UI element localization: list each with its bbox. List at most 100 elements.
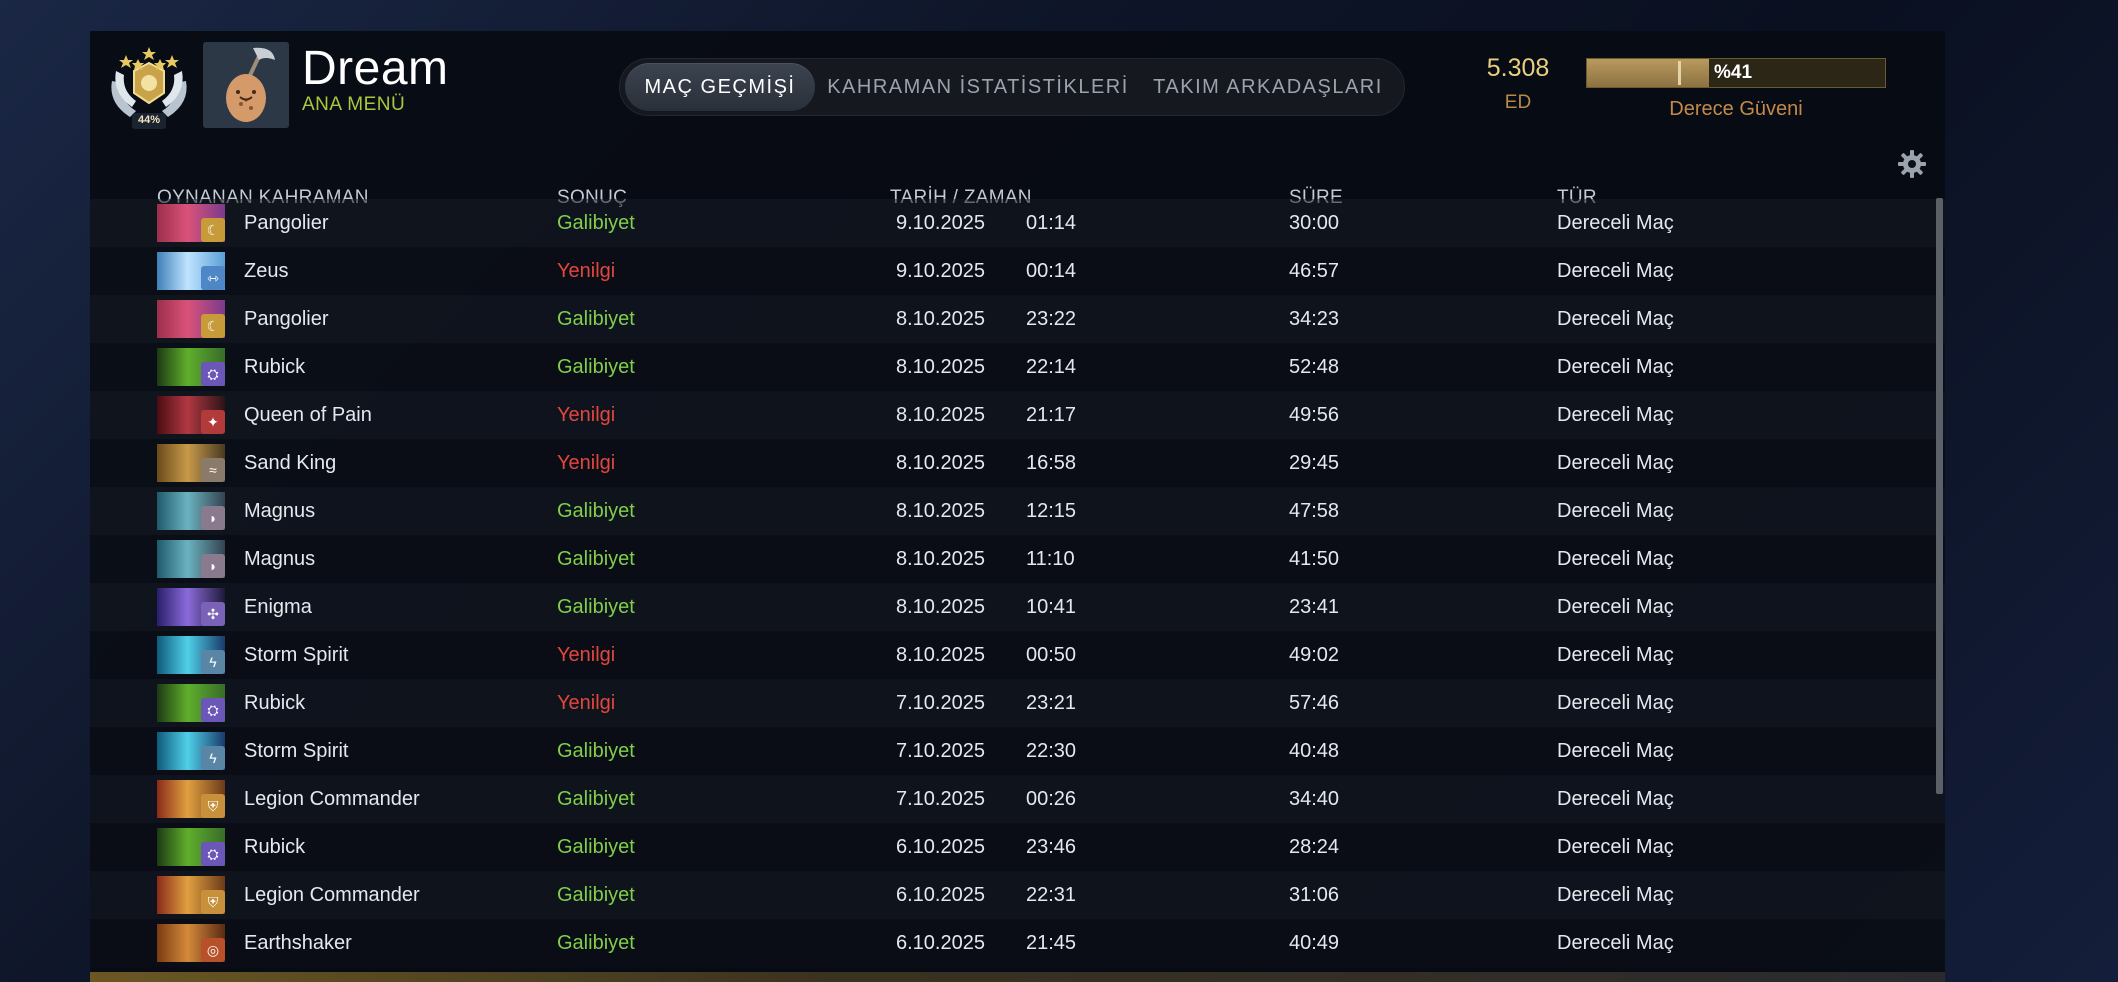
match-type: Dereceli Maç — [1557, 644, 1674, 666]
match-date: 7.10.2025 — [896, 740, 985, 762]
hero-portrait-icon: ◗ — [157, 540, 225, 578]
table-row[interactable]: ◎ Earthshaker Galibiyet 6.10.2025 21:45 40:49… — [90, 919, 1945, 967]
hero-portrait-icon: ☾ — [157, 204, 225, 242]
match-duration: 40:48 — [1289, 740, 1340, 762]
match-duration: 40:49 — [1289, 932, 1340, 954]
match-result: Galibiyet — [557, 740, 635, 762]
match-time: 11:10 — [1026, 548, 1075, 570]
tab-bar: MAÇ GEÇMİŞİ KAHRAMAN İSTATİSTİKLERİ TAKI… — [619, 58, 1405, 116]
table-row[interactable]: ⛭ Rubick Yenilgi 7.10.2025 23:21 57:46 Derecel… — [90, 679, 1945, 727]
hero-portrait-icon: ✦ — [157, 396, 225, 434]
hero-name: Magnus — [244, 500, 316, 522]
match-time: 22:14 — [1026, 356, 1077, 378]
table-row[interactable]: ⛭ Rubick Galibiyet 6.10.2025 23:46 28:24 Derec… — [90, 823, 1945, 871]
table-row[interactable]: ✦ Queen of Pain Yenilgi 8.10.2025 21:17 49:56… — [90, 391, 1945, 439]
match-result: Galibiyet — [557, 356, 635, 378]
match-result: Yenilgi — [557, 260, 616, 282]
gear-icon[interactable] — [1897, 149, 1927, 179]
hero-name: Legion Commander — [244, 884, 420, 906]
match-type: Dereceli Maç — [1557, 740, 1674, 762]
hero-name: Rubick — [244, 836, 306, 858]
match-result: Galibiyet — [557, 308, 635, 330]
match-duration: 57:46 — [1289, 692, 1340, 714]
match-duration: 49:02 — [1289, 644, 1340, 666]
match-time: 00:26 — [1026, 788, 1077, 810]
match-date: 6.10.2025 — [896, 884, 985, 906]
match-result: Yenilgi — [557, 452, 616, 474]
table-row[interactable]: ⛨ Legion Commander Galibiyet 7.10.2025 00:26… — [90, 775, 1945, 823]
table-row[interactable]: ☾ Pangolier Galibiyet 9.10.2025 01:14 30:00 De… — [90, 199, 1945, 247]
match-date: 9.10.2025 — [896, 212, 985, 234]
table-row[interactable]: ◗ Magnus Galibiyet 8.10.2025 12:15 47:58 Derec… — [90, 487, 1945, 535]
match-date: 7.10.2025 — [896, 788, 985, 810]
mmr-label: ED — [1504, 92, 1532, 113]
role-badge-icon: ⛭ — [201, 842, 225, 866]
match-duration: 34:23 — [1289, 308, 1340, 330]
match-date: 8.10.2025 — [896, 452, 985, 474]
match-type: Dereceli Maç — [1557, 788, 1674, 810]
role-badge-icon: ◎ — [201, 938, 225, 962]
match-date: 8.10.2025 — [896, 404, 985, 426]
match-list: ☾ Pangolier Galibiyet 9.10.2025 01:14 30:00 De… — [90, 199, 1945, 967]
rank-confidence-bar: %41 — [1586, 58, 1886, 88]
hero-portrait-icon: ⛨ — [157, 780, 225, 818]
match-time: 21:45 — [1026, 932, 1077, 954]
hero-name: Storm Spirit — [244, 644, 349, 666]
table-row[interactable]: ⛨ Legion Commander Galibiyet 6.10.2025 22:31… — [90, 871, 1945, 919]
hero-name: Zeus — [244, 260, 289, 282]
match-duration: 29:45 — [1289, 452, 1340, 474]
match-duration: 52:48 — [1289, 356, 1340, 378]
table-row[interactable]: ⇿ Zeus Yenilgi 9.10.2025 00:14 46:57 Dereceli … — [90, 247, 1945, 295]
match-time: 10:41 — [1026, 596, 1077, 618]
match-date: 8.10.2025 — [896, 548, 985, 570]
match-type: Dereceli Maç — [1557, 692, 1674, 714]
table-header: OYNANAN KAHRAMAN SONUÇ TARİH / ZAMAN SÜR… — [90, 151, 1945, 208]
table-row[interactable]: ⛭ Rubick Galibiyet 8.10.2025 22:14 52:48 Derec… — [90, 343, 1945, 391]
match-result: Yenilgi — [557, 644, 616, 666]
match-date: 6.10.2025 — [896, 836, 985, 858]
role-badge-icon: ☾ — [201, 314, 225, 338]
match-result: Galibiyet — [557, 212, 635, 234]
main-menu-link[interactable]: ANA MENÜ — [302, 94, 405, 116]
hero-portrait-icon: ◎ — [157, 924, 225, 962]
table-row[interactable]: ≈ Sand King Yenilgi 8.10.2025 16:58 29:45 Dere… — [90, 439, 1945, 487]
match-date: 9.10.2025 — [896, 260, 985, 282]
egg-avatar-icon[interactable] — [203, 42, 289, 128]
scrollbar[interactable] — [1936, 198, 1943, 794]
match-result: Galibiyet — [557, 884, 635, 906]
tab-teammates[interactable]: TAKIM ARKADAŞLARI — [1138, 63, 1398, 111]
hero-name: Queen of Pain — [244, 404, 372, 426]
table-row[interactable]: ◗ Magnus Galibiyet 8.10.2025 11:10 41:50 Derec… — [90, 535, 1945, 583]
hero-name: Rubick — [244, 356, 306, 378]
hero-name: Magnus — [244, 548, 316, 570]
role-badge-icon: ⛨ — [201, 890, 225, 914]
table-row[interactable]: ϟ Storm Spirit Galibiyet 7.10.2025 22:30 40:4… — [90, 727, 1945, 775]
role-badge-icon: ◗ — [201, 506, 225, 530]
hero-portrait-icon: ⛭ — [157, 684, 225, 722]
match-date: 8.10.2025 — [896, 596, 985, 618]
hero-name: Pangolier — [244, 308, 329, 330]
tab-hero-stats[interactable]: KAHRAMAN İSTATİSTİKLERİ — [825, 63, 1131, 111]
match-duration: 41:50 — [1289, 548, 1340, 570]
tab-match-history[interactable]: MAÇ GEÇMİŞİ — [625, 63, 815, 111]
match-result: Galibiyet — [557, 836, 635, 858]
match-time: 01:14 — [1026, 212, 1077, 234]
table-row[interactable]: ✣ Enigma Galibiyet 8.10.2025 10:41 23:41 Derec… — [90, 583, 1945, 631]
role-badge-icon: ◗ — [201, 554, 225, 578]
role-badge-icon: ✣ — [201, 602, 225, 626]
match-duration: 31:06 — [1289, 884, 1340, 906]
rank-confidence-label: Derece Güveni — [1669, 98, 1803, 120]
table-row[interactable]: ☾ Pangolier Galibiyet 8.10.2025 23:22 34:23 De… — [90, 295, 1945, 343]
rank-medal-icon[interactable]: 44% — [102, 41, 196, 135]
rank-confidence-value: %41 — [1714, 62, 1753, 83]
match-result: Galibiyet — [557, 932, 635, 954]
match-duration: 46:57 — [1289, 260, 1340, 282]
role-badge-icon: ☾ — [201, 218, 225, 242]
medal-text: 44% — [137, 114, 161, 126]
match-time: 12:15 — [1026, 500, 1077, 522]
hero-name: Rubick — [244, 692, 306, 714]
table-row[interactable]: ϟ Storm Spirit Yenilgi 8.10.2025 00:50 49:02 D… — [90, 631, 1945, 679]
match-time: 00:50 — [1026, 644, 1077, 666]
match-time: 23:22 — [1026, 308, 1077, 330]
rank-confidence-fill — [1587, 59, 1710, 87]
